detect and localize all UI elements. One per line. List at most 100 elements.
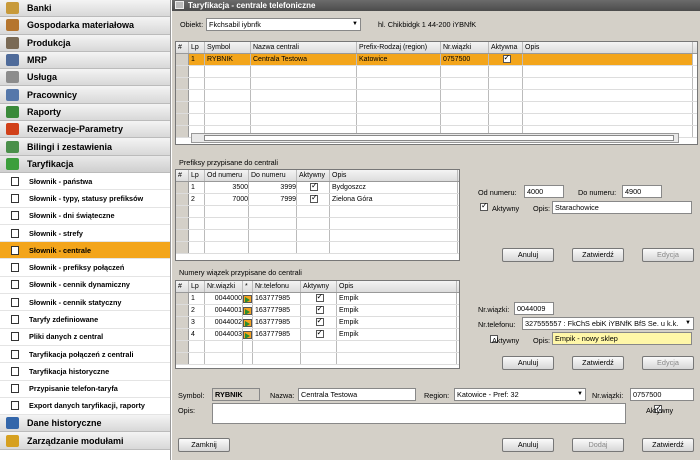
- table-row[interactable]: 40044003 163777985 Empik: [176, 329, 459, 341]
- aktywna-checkbox[interactable]: [502, 54, 511, 63]
- table-row[interactable]: [176, 218, 459, 230]
- wiazka-zatwierdz-button[interactable]: Zatwierdź: [572, 356, 624, 370]
- bottom-nr-wiazki-input[interactable]: 0757500: [630, 388, 694, 401]
- table-row[interactable]: 20044001 163777985 Empik: [176, 305, 459, 317]
- wiazka-anuluj-button[interactable]: Anuluj: [502, 356, 554, 370]
- prefiksy-grid[interactable]: # Lp Od numeru Do numeru Aktywny Opis 1 3500 39…: [175, 169, 460, 261]
- nazwa-input[interactable]: Centrala Testowa: [298, 388, 416, 401]
- zamknij-button[interactable]: Zamknij: [178, 438, 230, 452]
- arrow-right-icon[interactable]: [243, 319, 252, 327]
- column-header[interactable]: Nr.wiązki: [441, 42, 489, 53]
- table-row[interactable]: 270007999 Zielona Góra: [176, 194, 459, 206]
- column-header[interactable]: Prefix-Rodzaj (region): [357, 42, 441, 53]
- submenu-item[interactable]: Słownik - dni świąteczne: [0, 208, 170, 225]
- symbol-input[interactable]: RYBNIK: [212, 388, 260, 401]
- column-header[interactable]: Aktywny: [301, 281, 337, 292]
- column-header[interactable]: Opis: [330, 170, 458, 181]
- module-5[interactable]: Pracownicy: [0, 86, 170, 104]
- arrow-right-icon[interactable]: [243, 295, 252, 303]
- column-header[interactable]: Nr.wiązki: [205, 281, 243, 292]
- table-row[interactable]: 1 RYBNIK Centrala Testowa Katowice 0757500: [176, 54, 697, 66]
- column-header[interactable]: Opis: [337, 281, 457, 292]
- prefiks-aktywny-cell-checkbox[interactable]: [310, 182, 318, 191]
- obiekt-select[interactable]: Fkchsabil iybnfk: [206, 18, 361, 31]
- column-header[interactable]: *: [243, 281, 253, 292]
- wiazka-aktywny-cell-checkbox[interactable]: [315, 329, 324, 338]
- column-header[interactable]: Lp: [189, 170, 205, 181]
- module-1[interactable]: Gospodarka materiałowa: [0, 17, 170, 35]
- horizontal-scrollbar[interactable]: [191, 133, 679, 143]
- table-row[interactable]: [176, 90, 697, 102]
- prefiks-opis-input[interactable]: Starachowice: [552, 201, 692, 214]
- table-row[interactable]: [176, 242, 459, 254]
- submenu-item[interactable]: Taryfy zdefiniowane: [0, 311, 170, 329]
- arrow-right-icon[interactable]: [243, 307, 252, 315]
- module-3[interactable]: MRP: [0, 51, 170, 70]
- module-6[interactable]: Raporty: [0, 103, 170, 122]
- module-8[interactable]: Bilingi i zestawienia: [0, 138, 170, 156]
- column-header[interactable]: Opis: [523, 42, 693, 53]
- prefiks-aktywny-cell-checkbox[interactable]: [310, 194, 318, 203]
- anuluj-button[interactable]: Anuluj: [502, 438, 554, 452]
- zatwierdz-button[interactable]: Zatwierdź: [642, 438, 694, 452]
- column-header[interactable]: Od numeru: [205, 170, 249, 181]
- column-header[interactable]: Nr.telefonu: [253, 281, 301, 292]
- wiazka-aktywny-cell-checkbox[interactable]: [315, 293, 324, 302]
- submenu-item[interactable]: Pliki danych z central: [0, 329, 170, 346]
- nr-wiazki-input[interactable]: 0044009: [514, 302, 554, 315]
- module-4[interactable]: Usługa: [0, 69, 170, 87]
- submenu-item[interactable]: Słownik - prefiksy połączeń: [0, 259, 170, 277]
- submenu-item[interactable]: Taryfikacja historyczne: [0, 363, 170, 381]
- prefiks-edycja-button[interactable]: Edycja: [642, 248, 694, 262]
- table-row[interactable]: [176, 206, 459, 218]
- submenu-item[interactable]: Export danych taryfikacji, raporty: [0, 398, 170, 416]
- column-header[interactable]: Do numeru: [249, 170, 297, 181]
- column-header[interactable]: Aktywna: [489, 42, 523, 53]
- column-header[interactable]: #: [176, 170, 189, 181]
- region-select[interactable]: Katowice - Pref: 32: [454, 388, 586, 401]
- table-row[interactable]: [176, 341, 459, 353]
- submenu-item[interactable]: Słownik - strefy: [0, 225, 170, 243]
- bottom-opis-input[interactable]: [212, 403, 626, 424]
- table-row[interactable]: [176, 78, 697, 90]
- module-bottom-0[interactable]: Dane historyczne: [0, 415, 170, 433]
- table-row[interactable]: 135003999 Bydgoszcz: [176, 182, 459, 194]
- module-0[interactable]: Banki: [0, 0, 170, 18]
- scrollbar-thumb[interactable]: [204, 135, 674, 141]
- nr-telefonu-select[interactable]: 327555557 : FkChS ebiK iYBNfK BfS Se. u …: [522, 317, 694, 330]
- wiazka-opis-input[interactable]: Empik - nowy sklep: [552, 332, 692, 345]
- module-bottom-1[interactable]: Zarządzanie modułami: [0, 432, 170, 450]
- module-9[interactable]: Taryfikacja: [0, 155, 170, 173]
- column-header[interactable]: Symbol: [205, 42, 251, 53]
- module-7[interactable]: Rezerwacje-Parametry: [0, 121, 170, 139]
- prefiks-aktywny-checkbox[interactable]: [480, 201, 488, 211]
- module-2[interactable]: Produkcja: [0, 34, 170, 52]
- prefiks-zatwierdz-button[interactable]: Zatwierdź: [572, 248, 624, 262]
- submenu-item[interactable]: Słownik - typy, statusy prefiksów: [0, 190, 170, 208]
- column-header[interactable]: Lp: [189, 281, 205, 292]
- centrale-grid[interactable]: # Lp Symbol Nazwa centrali Prefix-Rodzaj (re…: [175, 41, 698, 145]
- submenu-item[interactable]: Słownik - centrale: [0, 242, 170, 260]
- dodaj-button[interactable]: Dodaj: [572, 438, 624, 452]
- submenu-item[interactable]: Przypisanie telefon-taryfa: [0, 381, 170, 398]
- wiazka-aktywny-cell-checkbox[interactable]: [315, 305, 324, 314]
- submenu-item[interactable]: Słownik - cennik statyczny: [0, 294, 170, 312]
- column-header[interactable]: #: [176, 281, 189, 292]
- table-row[interactable]: [176, 230, 459, 242]
- wiazki-grid[interactable]: # Lp Nr.wiązki * Nr.telefonu Aktywny Opis 1 004…: [175, 280, 460, 369]
- wiazka-aktywny-cell-checkbox[interactable]: [315, 317, 324, 326]
- table-row[interactable]: [176, 114, 697, 126]
- submenu-item[interactable]: Słownik - państwa: [0, 173, 170, 191]
- do-numeru-input[interactable]: 4900: [622, 185, 662, 198]
- column-header[interactable]: Nazwa centrali: [251, 42, 357, 53]
- table-row[interactable]: [176, 102, 697, 114]
- table-row[interactable]: [176, 66, 697, 78]
- submenu-item[interactable]: Taryfikacja połączeń z centrali: [0, 346, 170, 364]
- column-header[interactable]: Lp: [189, 42, 205, 53]
- prefiks-anuluj-button[interactable]: Anuluj: [502, 248, 554, 262]
- table-row[interactable]: 10044000 163777985 Empik: [176, 293, 459, 305]
- wiazka-edycja-button[interactable]: Edycja: [642, 356, 694, 370]
- od-numeru-input[interactable]: 4000: [524, 185, 564, 198]
- column-header[interactable]: #: [176, 42, 189, 53]
- table-row[interactable]: 30044002 163777985 Empik: [176, 317, 459, 329]
